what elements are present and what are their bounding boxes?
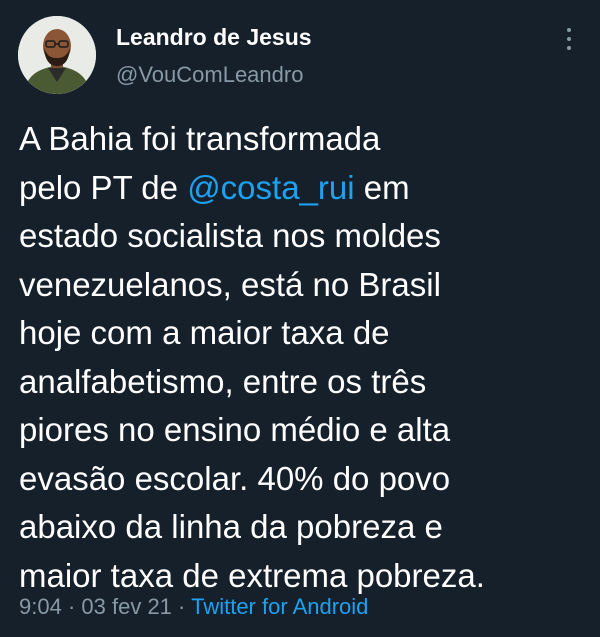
tweet-line: maior taxa de extrema pobreza.	[19, 556, 485, 594]
author-handle[interactable]: @VouComLeandro	[116, 62, 303, 88]
vertical-ellipsis-icon[interactable]	[556, 24, 582, 54]
meta-separator: ·	[178, 594, 186, 619]
tweet-meta: 9:04 · 03 fev 21 · Twitter for Android	[19, 594, 368, 620]
tweet-line: piores no ensino médio e alta	[19, 411, 451, 448]
tweet-time[interactable]: 9:04	[19, 594, 62, 619]
tweet-card: Leandro de Jesus @VouComLeandro A Bahia …	[0, 0, 600, 637]
meta-separator: ·	[67, 594, 76, 619]
tweet-date[interactable]: 03 fev 21	[81, 594, 172, 619]
tweet-text: A Bahia foi transformada pelo PT de @cos…	[19, 115, 589, 600]
tweet-line: analfabetismo, entre os três	[19, 362, 427, 400]
tweet-line: A Bahia foi transformada	[19, 120, 381, 157]
tweet-line: estado socialista nos moldes	[19, 217, 441, 254]
tweet-line: evasão escolar. 40% do povo	[19, 459, 451, 497]
tweet-line: hoje com a maior taxa de	[19, 314, 390, 351]
avatar[interactable]	[18, 16, 96, 94]
mention-link[interactable]: @costa_rui	[187, 169, 354, 206]
avatar-photo	[18, 16, 96, 94]
tweet-line: abaixo da linha da pobreza e	[19, 508, 443, 545]
tweet-line: pelo PT de @costa_rui em	[19, 168, 410, 206]
tweet-line: venezuelanos, está no Brasil	[19, 265, 441, 303]
tweet-source-link[interactable]: Twitter for Android	[191, 594, 368, 619]
author-display-name[interactable]: Leandro de Jesus	[116, 24, 312, 51]
